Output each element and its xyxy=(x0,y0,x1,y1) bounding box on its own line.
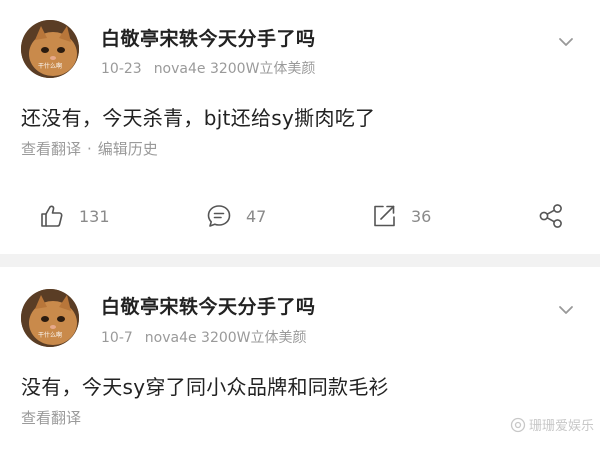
share-button[interactable] xyxy=(538,199,564,233)
post-card: 干什么啊 白敬亭宋轶今天分手了吗 10-23 nova4e 3200W立体美颜 还… xyxy=(0,0,600,254)
avatar[interactable]: 干什么啊 xyxy=(21,20,79,78)
watermark-logo-icon xyxy=(510,417,526,432)
repost-count: 36 xyxy=(411,206,432,226)
edit-history-link[interactable]: 编辑历史 xyxy=(98,140,158,158)
watermark-text: 珊珊爱娱乐 xyxy=(528,419,594,434)
separator-dot: · xyxy=(87,140,92,158)
repost-button[interactable]: 36 xyxy=(371,199,431,233)
comment-count: 47 xyxy=(246,206,267,226)
post-content: 没有，今天sy穿了同小众品牌和同款毛衫 xyxy=(21,375,389,399)
post-device: nova4e 3200W立体美颜 xyxy=(144,330,307,346)
like-button[interactable]: 131 xyxy=(39,199,110,233)
post-tools: 查看翻译 xyxy=(21,407,81,428)
watermark: 珊珊爱娱乐 xyxy=(510,415,594,434)
avatar[interactable]: 干什么啊 xyxy=(21,289,79,347)
action-bar: 131 47 36 xyxy=(0,199,600,233)
post-date: 10-23 xyxy=(101,61,142,77)
share-icon xyxy=(539,204,562,228)
translate-link[interactable]: 查看翻译 xyxy=(21,140,81,158)
comment-icon xyxy=(207,205,231,227)
comment-button[interactable]: 47 xyxy=(206,199,266,233)
post-meta: 10-7 nova4e 3200W立体美颜 xyxy=(101,327,307,347)
avatar-caption: 干什么啊 xyxy=(37,63,62,70)
avatar-caption: 干什么啊 xyxy=(37,332,62,339)
username[interactable]: 白敬亭宋轶今天分手了吗 xyxy=(101,292,316,319)
translate-link[interactable]: 查看翻译 xyxy=(21,409,81,427)
repost-icon xyxy=(374,205,395,227)
post-content: 还没有，今天杀青，bjt还给sy撕肉吃了 xyxy=(21,106,376,130)
post-meta: 10-23 nova4e 3200W立体美颜 xyxy=(101,58,315,78)
like-count: 131 xyxy=(79,206,110,226)
thumbs-up-icon xyxy=(41,205,63,227)
post-date: 10-7 xyxy=(101,330,133,346)
feed: 干什么啊 白敬亭宋轶今天分手了吗 10-23 nova4e 3200W立体美颜 还… xyxy=(0,0,600,450)
post-device: nova4e 3200W立体美颜 xyxy=(153,61,316,77)
chevron-down-icon[interactable] xyxy=(556,32,576,52)
username[interactable]: 白敬亭宋轶今天分手了吗 xyxy=(101,24,316,51)
chevron-down-icon[interactable] xyxy=(556,300,576,320)
post-divider xyxy=(0,254,600,267)
post-tools: 查看翻译 · 编辑历史 xyxy=(21,138,158,159)
